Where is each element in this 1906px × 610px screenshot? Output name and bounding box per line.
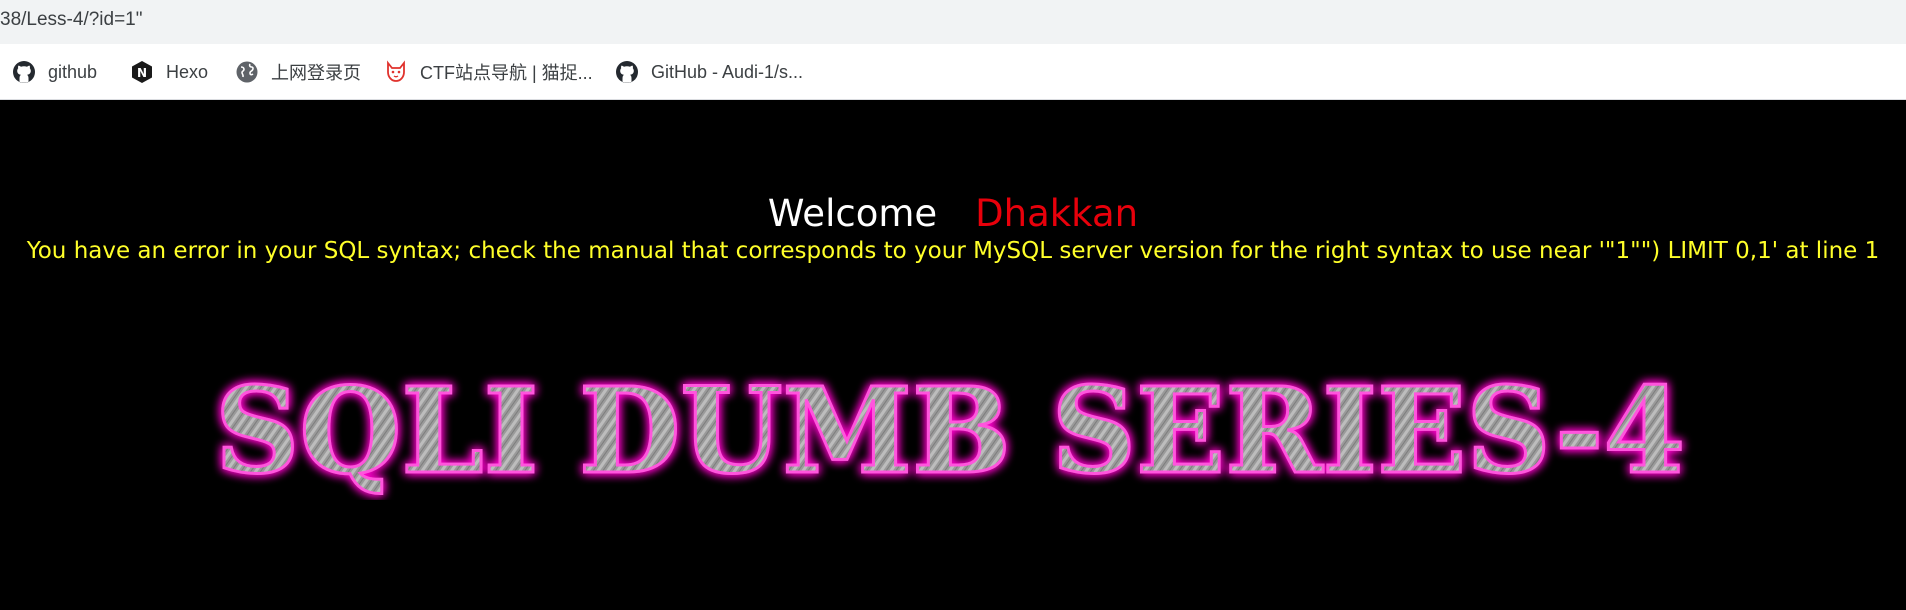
sqli-banner: SQLI DUMB SERIES-4 bbox=[214, 360, 1687, 500]
bookmark-ctf-nav[interactable]: CTF站点导航 | 猫捉... bbox=[384, 58, 593, 86]
bookmark-label: GitHub - Audi-1/s... bbox=[651, 61, 804, 82]
bookmark-label: Hexo bbox=[166, 61, 209, 82]
cat-icon bbox=[384, 60, 408, 84]
svg-text:N: N bbox=[137, 66, 147, 80]
banner-text: SQLI DUMB SERIES-4 bbox=[215, 361, 1685, 500]
welcome-line: Welcome Dhakkan bbox=[0, 192, 1906, 235]
welcome-text: Welcome bbox=[767, 192, 938, 235]
bookmark-label: 上网登录页 bbox=[271, 63, 361, 83]
sql-error-message: You have an error in your SQL syntax; ch… bbox=[26, 238, 1880, 264]
bookmark-label: CTF站点导航 | 猫捉... bbox=[420, 63, 593, 83]
bookmarks-bar: github N Hexo 上网登录页 CTF站点导航 | 猫捉... GitH… bbox=[0, 44, 1906, 100]
hexo-icon: N bbox=[130, 60, 154, 84]
address-bar[interactable]: 38/Less-4/?id=1" bbox=[0, 0, 1906, 44]
github-icon bbox=[12, 60, 36, 84]
bookmark-hexo[interactable]: N Hexo bbox=[130, 58, 208, 86]
bookmark-github-audi[interactable]: GitHub - Audi-1/s... bbox=[615, 58, 803, 86]
globe-icon bbox=[235, 60, 259, 84]
bookmark-label: github bbox=[48, 61, 98, 82]
bookmark-github[interactable]: github bbox=[12, 58, 97, 86]
url-text[interactable]: 38/Less-4/?id=1" bbox=[0, 9, 142, 31]
github-icon bbox=[615, 60, 639, 84]
bookmark-login-page[interactable]: 上网登录页 bbox=[235, 58, 361, 86]
page-content: Welcome Dhakkan You have an error in your… bbox=[0, 100, 1906, 610]
user-name: Dhakkan bbox=[975, 192, 1139, 235]
